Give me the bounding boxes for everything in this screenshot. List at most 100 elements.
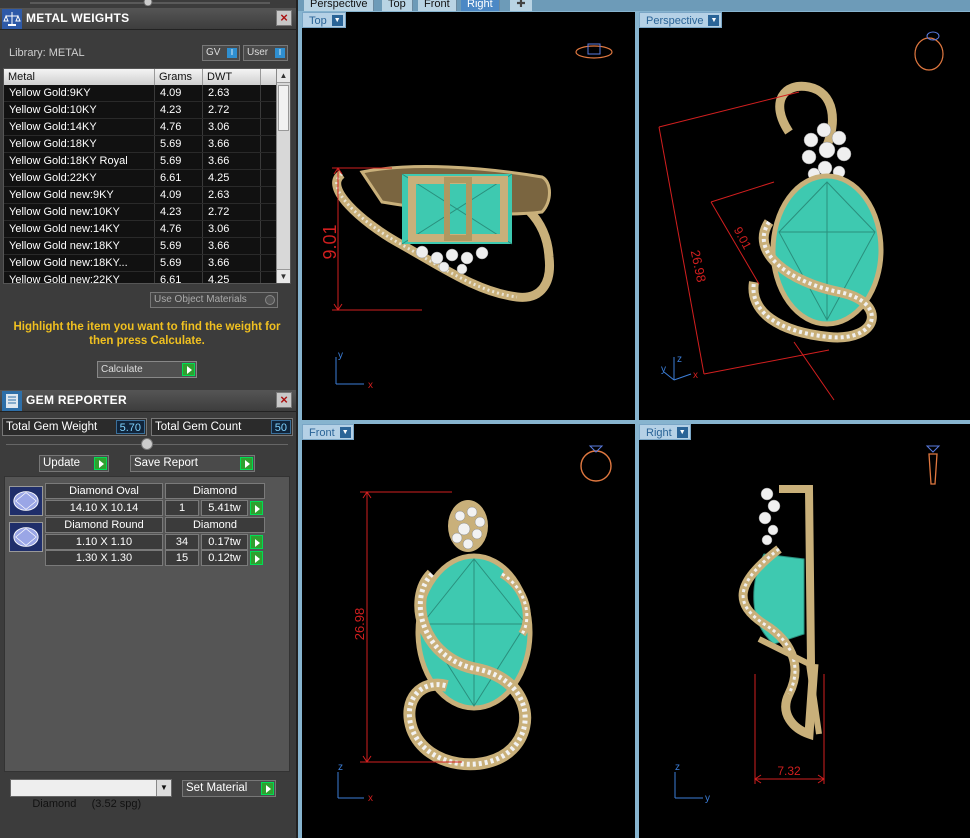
collapse-knob-icon[interactable] xyxy=(141,438,153,450)
metal-row[interactable]: Yellow Gold new:9KY 4.09 2.63 xyxy=(4,187,290,204)
metal-dwt: 2.63 xyxy=(203,85,261,101)
metal-row[interactable]: Yellow Gold:22KY 6.61 4.25 xyxy=(4,170,290,187)
scale-icon xyxy=(2,9,22,29)
metal-name: Yellow Gold new:22KY xyxy=(4,272,155,283)
metal-grams: 6.61 xyxy=(155,272,203,283)
metal-row[interactable]: Yellow Gold:18KY Royal 5.69 3.66 xyxy=(4,153,290,170)
chevron-down-icon[interactable]: ▼ xyxy=(331,15,343,26)
gem-group-round: Diamond Round Diamond 1.10 X 1.10 34 0.1… xyxy=(7,517,289,573)
select-gem-arrow-icon[interactable] xyxy=(250,551,263,565)
metal-row[interactable]: Yellow Gold:18KY 5.69 3.66 xyxy=(4,136,290,153)
viewport-label-front[interactable]: Front ▼ xyxy=(302,424,354,440)
report-icon xyxy=(2,391,22,411)
side-panel: METAL WEIGHTS × Library: METAL GV I User I… xyxy=(0,0,298,838)
material-select[interactable]: Diamond (3.52 spg) ▼ xyxy=(10,779,172,810)
user-toggle[interactable]: User I xyxy=(243,45,288,61)
metal-name: Yellow Gold:10KY xyxy=(4,102,155,118)
gv-indicator-icon: I xyxy=(227,48,237,58)
save-report-label: Save Report xyxy=(134,457,198,469)
viewport-top-title: Top xyxy=(309,15,327,27)
metal-row[interactable]: Yellow Gold new:18KY... 5.69 3.66 xyxy=(4,255,290,272)
scroll-down-icon[interactable]: ▼ xyxy=(277,269,290,283)
metal-name: Yellow Gold:18KY xyxy=(4,136,155,152)
metal-name: Yellow Gold new:10KY xyxy=(4,204,155,220)
oval-gem-icon xyxy=(9,486,43,516)
axis-z-label: z xyxy=(338,762,343,773)
metal-dwt: 3.66 xyxy=(203,136,261,152)
metal-grams: 4.76 xyxy=(155,221,203,237)
tab-perspective[interactable]: Perspective xyxy=(304,0,375,11)
update-label: Update xyxy=(43,457,81,469)
tab-right[interactable]: Right xyxy=(461,0,500,11)
chevron-down-icon[interactable]: ▼ xyxy=(339,427,351,438)
panel-splitter[interactable] xyxy=(0,0,296,6)
tab-front[interactable]: Front xyxy=(418,0,457,11)
metal-grams: 4.76 xyxy=(155,119,203,135)
top-dimension-label: 9.01 xyxy=(320,224,340,259)
viewport-perspective[interactable]: 26.98 9.01 z y x Perspective ▼ xyxy=(639,12,970,420)
metal-grams: 5.69 xyxy=(155,238,203,254)
axis-gizmo xyxy=(674,772,703,799)
column-grams[interactable]: Grams xyxy=(155,69,203,85)
metal-row[interactable]: Yellow Gold new:22KY 6.61 4.25 xyxy=(4,272,290,283)
viewport-label-perspective[interactable]: Perspective ▼ xyxy=(639,12,723,28)
column-metal[interactable]: Metal xyxy=(4,69,155,85)
viewport-front[interactable]: 26.98 z x Front ▼ xyxy=(302,424,635,838)
close-gem-panel-button[interactable]: × xyxy=(276,392,292,408)
metal-name: Yellow Gold new:18KY xyxy=(4,238,155,254)
gem-size: 14.10 X 10.14 xyxy=(45,500,163,516)
gem-material: Diamond xyxy=(165,483,265,499)
app-window: METAL WEIGHTS × Library: METAL GV I User I… xyxy=(0,0,970,838)
chevron-down-icon[interactable]: ▼ xyxy=(156,780,171,796)
tab-top[interactable]: Top xyxy=(382,0,413,11)
select-gem-arrow-icon[interactable] xyxy=(250,535,263,549)
metal-row[interactable]: Yellow Gold new:14KY 4.76 3.06 xyxy=(4,221,290,238)
metal-row[interactable]: Yellow Gold:9KY 4.09 2.63 xyxy=(4,85,290,102)
viewport-label-right[interactable]: Right ▼ xyxy=(639,424,691,440)
user-indicator-icon: I xyxy=(275,48,285,58)
total-weight-label: Total Gem Weight xyxy=(6,421,98,433)
metal-grams: 5.69 xyxy=(155,136,203,152)
metal-dwt: 4.25 xyxy=(203,272,261,283)
metal-row[interactable]: Yellow Gold new:18KY 5.69 3.66 xyxy=(4,238,290,255)
metal-name: Yellow Gold new:14KY xyxy=(4,221,155,237)
gem-shape: Diamond Oval xyxy=(45,483,163,499)
add-tab-icon[interactable]: ✚ xyxy=(510,0,532,11)
close-metal-panel-button[interactable]: × xyxy=(276,10,292,26)
viewport-right[interactable]: 7.32 z y Right ▼ xyxy=(639,424,970,838)
viewport-front-title: Front xyxy=(309,427,335,439)
axis-y-label: y xyxy=(338,350,343,361)
metal-table[interactable]: Metal Grams DWT Yellow Gold:9KY 4.09 2.63 Y… xyxy=(3,68,291,284)
chevron-down-icon[interactable]: ▼ xyxy=(708,15,720,26)
update-button[interactable]: Update xyxy=(39,455,109,472)
metal-row[interactable]: Yellow Gold:14KY 4.76 3.06 xyxy=(4,119,290,136)
metal-table-scrollbar[interactable]: ▲ ▼ xyxy=(276,69,290,283)
gem-size: 1.10 X 1.10 xyxy=(45,534,163,550)
viewport-area: Perspective Top Front Right ✚ 9.01 y x T… xyxy=(298,0,970,838)
scroll-thumb[interactable] xyxy=(278,85,289,131)
front-view-render: 26.98 z x xyxy=(337,445,612,804)
gv-toggle[interactable]: GV I xyxy=(202,45,240,61)
gem-reporter-title: GEM REPORTER xyxy=(26,393,127,407)
total-gem-count: Total Gem Count 50 xyxy=(151,418,293,436)
chevron-down-icon[interactable]: ▼ xyxy=(676,427,688,438)
axis-x-label: x xyxy=(368,380,373,391)
axis-z-label: z xyxy=(675,762,680,773)
metal-grams: 5.69 xyxy=(155,153,203,169)
viewport-top[interactable]: 9.01 y x Top ▼ xyxy=(302,12,635,420)
metal-name: Yellow Gold:18KY Royal xyxy=(4,153,155,169)
metal-dwt: 4.25 xyxy=(203,170,261,186)
scroll-up-icon[interactable]: ▲ xyxy=(277,69,290,83)
axis-gizmo xyxy=(337,772,364,799)
viewport-perspective-title: Perspective xyxy=(646,15,704,27)
use-object-materials-toggle[interactable]: Use Object Materials xyxy=(150,292,278,308)
column-dwt[interactable]: DWT xyxy=(203,69,261,85)
calculate-button[interactable]: Calculate xyxy=(97,361,197,378)
set-material-button[interactable]: Set Material xyxy=(182,780,276,797)
weight-hint: Highlight the item you want to find the … xyxy=(13,321,281,347)
viewport-label-top[interactable]: Top ▼ xyxy=(302,12,346,28)
save-report-button[interactable]: Save Report xyxy=(130,455,255,472)
metal-row[interactable]: Yellow Gold:10KY 4.23 2.72 xyxy=(4,102,290,119)
metal-row[interactable]: Yellow Gold new:10KY 4.23 2.72 xyxy=(4,204,290,221)
select-gem-arrow-icon[interactable] xyxy=(250,501,263,515)
